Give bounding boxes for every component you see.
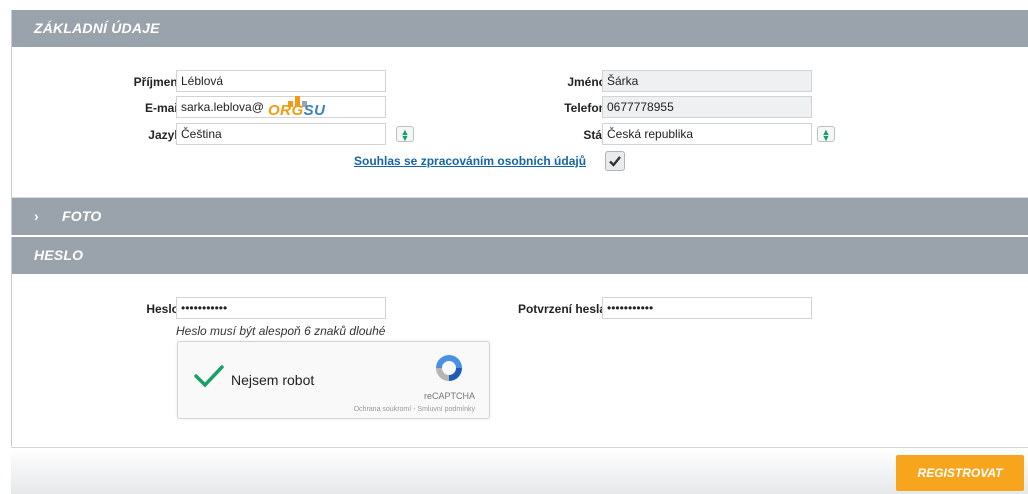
password-label: Heslo — [146, 302, 179, 316]
firstname-label: Jméno — [567, 75, 606, 89]
country-spinner-icon[interactable]: ▲ ▼ — [817, 126, 835, 143]
captcha-label: Nejsem robot — [231, 372, 315, 388]
phone-input[interactable] — [602, 96, 812, 118]
language-spinner-icon[interactable]: ▲ ▼ — [396, 126, 414, 143]
surname-label: Příjmení — [133, 75, 181, 89]
checkmark-icon — [609, 156, 621, 167]
captcha-brand: reCAPTCHA — [423, 391, 475, 401]
country-select[interactable] — [602, 123, 812, 145]
password-confirm-label: Potvrzení hesla — [517, 302, 606, 316]
section-title-basic: ZÁKLADNÍ ÚDAJE — [34, 20, 160, 36]
chevron-right-icon: › — [34, 208, 39, 224]
captcha-check-icon — [194, 365, 224, 388]
form-footer: REGISTROVAT — [11, 447, 1028, 494]
password-hint: Heslo musí být alespoň 6 znaků dlouhé — [176, 324, 386, 338]
register-button[interactable]: REGISTROVAT — [896, 455, 1024, 491]
basic-panel: Příjmení E-mail Jazyk ▲▼ Jméno Telefon S… — [12, 47, 1028, 198]
recaptcha-logo-icon — [433, 352, 465, 387]
captcha-checkbox[interactable] — [194, 364, 224, 391]
section-header-basic: ZÁKLADNÍ ÚDAJE — [12, 10, 1028, 47]
surname-input[interactable] — [176, 70, 386, 92]
recaptcha-widget: Nejsem robot reCAPTCHA Ochrana soukromí … — [177, 341, 490, 419]
firstname-input[interactable] — [602, 70, 812, 92]
password-confirm-input[interactable] — [602, 297, 812, 319]
consent-checkbox[interactable] — [605, 151, 625, 171]
phone-label: Telefon — [564, 101, 606, 115]
language-select[interactable] — [176, 123, 386, 145]
password-input[interactable] — [176, 297, 386, 319]
captcha-terms-link[interactable]: Ochrana soukromí - Smluvní podmínky — [354, 406, 475, 413]
section-title-password: HESLO — [34, 247, 84, 263]
section-header-photo[interactable]: › FOTO — [12, 198, 1028, 235]
section-header-password: HESLO — [12, 237, 1028, 274]
section-title-photo: FOTO — [62, 208, 102, 224]
watermark-logo: ORGSU — [266, 93, 346, 119]
consent-link[interactable]: Souhlas se zpracováním osobních údajů — [354, 154, 586, 168]
password-panel: Heslo Potvrzení hesla Heslo musí být ale… — [12, 274, 1028, 446]
